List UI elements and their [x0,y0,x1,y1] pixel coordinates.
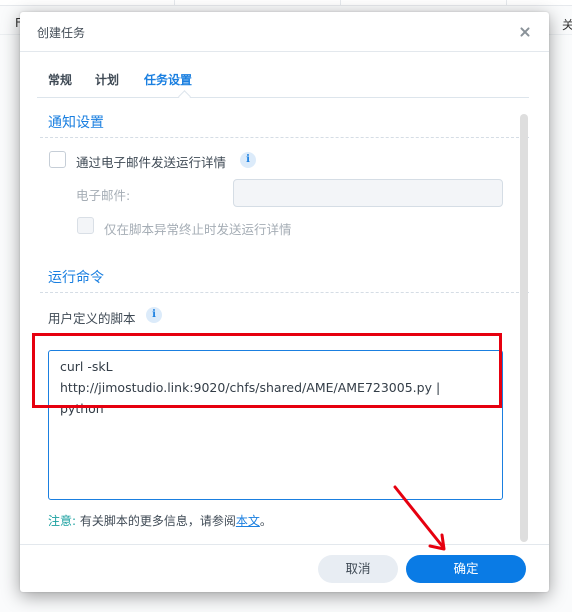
task-settings-panel: 通知设置 通过电子邮件发送运行详情 i 电子邮件: 仅在脚本异常终止时发送运行详… [20,99,549,555]
dialog-footer: 取消 确定 [20,544,549,592]
background-column-divider [506,0,507,6]
tab-general[interactable]: 常规 [48,71,72,88]
email-field[interactable] [233,179,503,207]
background-column-divider [340,0,341,6]
abnormal-only-checkbox[interactable] [77,217,94,234]
background-header-row [0,0,572,6]
script-note: 注意: 有关脚本的更多信息，请参阅本文。 [48,512,272,529]
note-text: 有关脚本的更多信息，请参阅 [76,514,236,528]
send-email-checkbox[interactable] [49,151,66,168]
dialog-header: 创建任务 [20,12,549,52]
section-divider [40,137,529,138]
background-text: 关 [562,18,572,32]
section-divider [40,292,529,293]
user-script-textarea[interactable]: curl -skL http://jimostudio.link:9020/ch… [48,350,503,500]
close-icon[interactable] [516,23,534,41]
create-task-dialog: 创建任务 常规 计划 任务设置 通知设置 通过电子邮件发送运行详情 i 电子邮件… [20,12,549,592]
tab-bar: 常规 计划 任务设置 [37,64,529,103]
notification-section-title: 通知设置 [48,115,104,131]
run-command-section-title: 运行命令 [48,270,104,286]
tab-schedule[interactable]: 计划 [95,71,119,88]
article-link[interactable]: 本文 [236,514,260,528]
scrollbar-thumb[interactable] [520,114,528,542]
background-column-divider [174,0,175,6]
info-icon[interactable]: i [240,152,256,168]
cancel-button[interactable]: 取消 [318,555,398,583]
abnormal-only-label: 仅在脚本异常终止时发送运行详情 [104,222,292,237]
scrollbar[interactable] [520,114,528,542]
email-label: 电子邮件: [76,188,131,203]
user-script-label: 用户定义的脚本 [48,311,136,326]
send-email-label: 通过电子邮件发送运行详情 [76,155,227,170]
dialog-title: 创建任务 [37,26,86,40]
tab-task-settings[interactable]: 任务设置 [144,71,192,88]
ok-button[interactable]: 确定 [406,555,526,583]
note-suffix: 。 [259,514,272,528]
info-icon[interactable]: i [146,307,162,323]
note-prefix: 注意: [48,514,77,528]
